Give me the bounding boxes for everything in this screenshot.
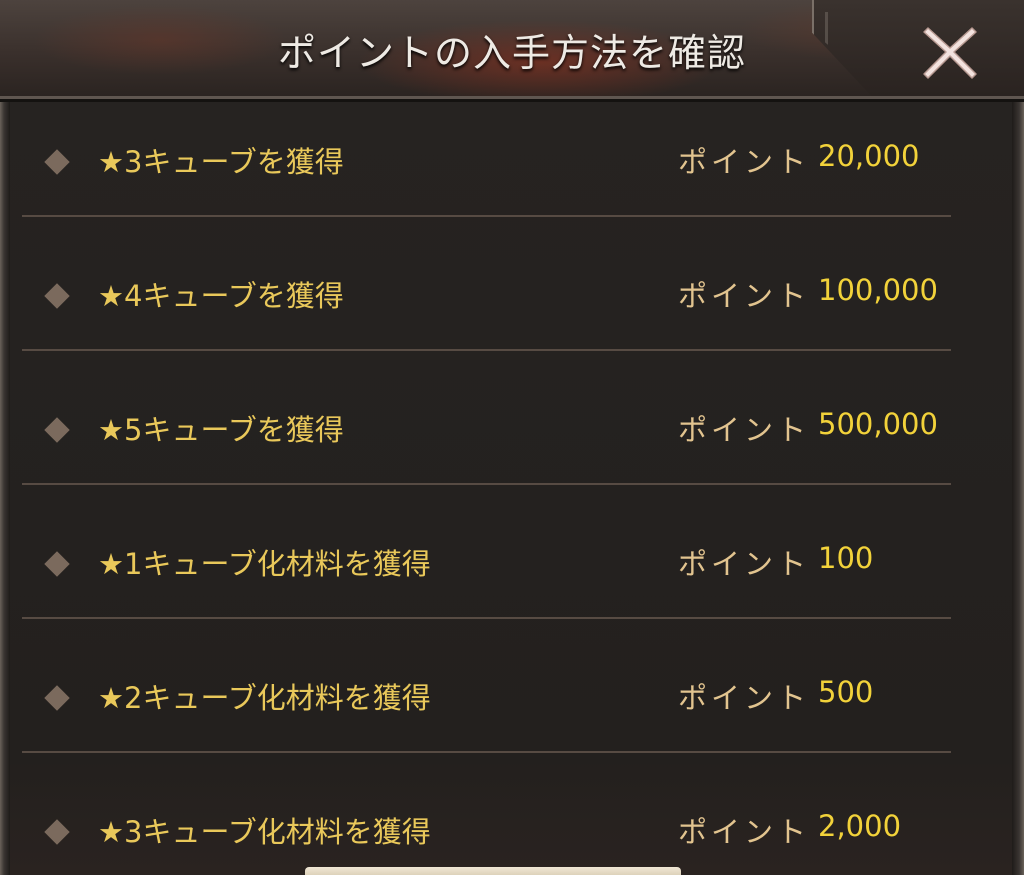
diamond-bullet-icon xyxy=(44,819,70,845)
row-label: ★4キューブを獲得 xyxy=(98,279,344,313)
row-divider xyxy=(22,483,951,485)
frame-right-border xyxy=(1012,0,1024,875)
points-label: ポイント xyxy=(678,681,811,715)
close-x-icon xyxy=(923,27,977,79)
frame-left-border xyxy=(0,0,10,875)
diamond-bullet-icon xyxy=(44,283,70,309)
points-label: ポイント xyxy=(678,547,811,581)
row-label: ★2キューブ化材料を獲得 xyxy=(98,681,431,715)
points-label: ポイント xyxy=(678,279,811,313)
close-button[interactable] xyxy=(918,20,982,84)
diamond-bullet-icon xyxy=(44,149,70,175)
row-label: ★3キューブ化材料を獲得 xyxy=(98,815,431,849)
row-label: ★1キューブ化材料を獲得 xyxy=(98,547,431,581)
bottom-button-edge[interactable] xyxy=(305,867,681,875)
row-divider xyxy=(22,617,951,619)
points-label: ポイント xyxy=(678,145,811,179)
points-value: 100 xyxy=(818,541,874,575)
points-list[interactable]: ★3キューブを獲得 ポイント 20,000 ★4キューブを獲得 ポイント 100… xyxy=(10,99,1012,875)
points-label: ポイント xyxy=(678,815,811,849)
points-value: 500,000 xyxy=(818,407,938,441)
points-value: 100,000 xyxy=(818,273,938,307)
dialog-header: ポイントの入手方法を確認 xyxy=(0,0,1024,99)
diamond-bullet-icon xyxy=(44,417,70,443)
points-label: ポイント xyxy=(678,413,811,447)
points-value: 500 xyxy=(818,675,874,709)
points-info-dialog: ★3キューブを獲得 ポイント 20,000 ★4キューブを獲得 ポイント 100… xyxy=(0,0,1024,875)
diamond-bullet-icon xyxy=(44,685,70,711)
row-label: ★5キューブを獲得 xyxy=(98,413,344,447)
row-divider xyxy=(22,751,951,753)
dialog-title: ポイントの入手方法を確認 xyxy=(277,31,746,75)
row-divider xyxy=(22,215,951,217)
points-value: 2,000 xyxy=(818,809,902,843)
row-divider xyxy=(22,349,951,351)
row-label: ★3キューブを獲得 xyxy=(98,145,344,179)
diamond-bullet-icon xyxy=(44,551,70,577)
points-value: 20,000 xyxy=(818,139,920,173)
